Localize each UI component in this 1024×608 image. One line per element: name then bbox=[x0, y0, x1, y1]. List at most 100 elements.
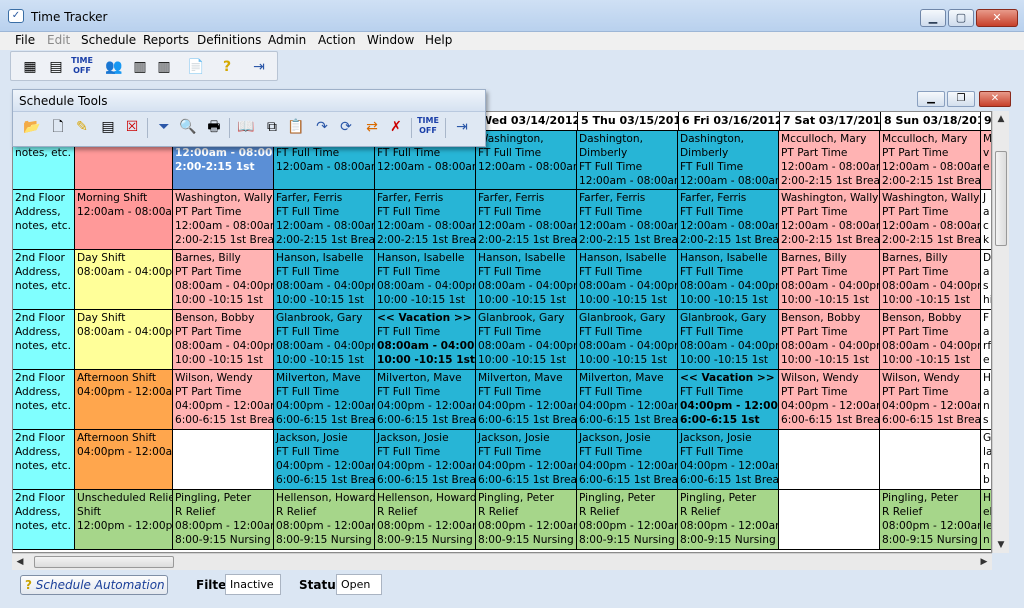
redo-icon[interactable]: ↷ bbox=[311, 116, 333, 138]
shift-assignment-cell[interactable]: Mcculloch, Mary PT Part Time 12:00am - 08:… bbox=[880, 131, 981, 190]
shift-assignment-cell[interactable]: Hans bbox=[981, 370, 991, 430]
time-off-icon[interactable]: TIME OFF bbox=[417, 116, 439, 138]
refresh-icon[interactable]: ⟳ bbox=[335, 116, 357, 138]
status-field[interactable]: Open bbox=[336, 574, 382, 595]
day-header[interactable]: 5 Thu 03/15/2012 bbox=[578, 112, 679, 131]
shift-assignment-cell[interactable]: Hanson, Isabelle FT Full Time 08:00am - 04… bbox=[274, 250, 375, 310]
shift-assignment-cell[interactable]: Glanbrook, Gary FT Full Time 08:00am - 04:… bbox=[577, 310, 678, 370]
scroll-left-icon[interactable]: ◀ bbox=[12, 554, 28, 570]
shift-assignment-cell[interactable]: Hanson, Isabelle FT Full Time 08:00am - 04… bbox=[678, 250, 779, 310]
shift-assignment-cell[interactable]: Barnes, Billy PT Part Time 08:00am - 04:00… bbox=[779, 250, 880, 310]
shift-assignment-cell[interactable]: Washington, FT Full Time 12:00am - 08:00am bbox=[476, 131, 577, 190]
shift-assignment-cell[interactable]: Wilson, Wendy PT Part Time 04:00pm - 12:00… bbox=[173, 370, 274, 430]
shift-assignment-cell[interactable]: Pingling, Peter R Relief 08:00pm - 12:00am… bbox=[880, 490, 981, 550]
menu-edit[interactable]: Edit bbox=[47, 33, 70, 47]
shift-assignment-cell[interactable]: Farfer, Ferris FT Full Time 12:00am - 08:0… bbox=[274, 190, 375, 250]
scroll-up-icon[interactable]: ▲ bbox=[993, 111, 1009, 127]
inner-minimize-button[interactable]: ▁ bbox=[917, 91, 945, 107]
shift-assignment-cell[interactable]: Farfer, Ferris FT Full Time 12:00am - 08:0… bbox=[476, 190, 577, 250]
close-button[interactable]: ✕ bbox=[976, 9, 1018, 27]
shift-assignment-cell[interactable] bbox=[779, 430, 880, 490]
shift-assignment-cell[interactable]: Hellenson, Howard R Relief 08:00pm - 12:00… bbox=[375, 490, 476, 550]
book-icon[interactable]: 📖 bbox=[235, 116, 257, 138]
shift-assignment-cell[interactable]: Hel le n bbox=[981, 490, 991, 550]
shift-assignment-cell[interactable]: Farfer, Ferris FT Full Time 12:00am - 08:0… bbox=[577, 190, 678, 250]
shift-assignment-cell[interactable]: Farfer, Ferris FT Full Time 12:00am - 08:0… bbox=[678, 190, 779, 250]
filter-field[interactable]: Inactive bbox=[225, 574, 281, 595]
shift-cell[interactable]: Unscheduled Relief Shift 12:00pm - 12:00pm bbox=[75, 490, 173, 550]
horizontal-scrollbar[interactable]: ◀ ▶ bbox=[12, 553, 992, 570]
shift-assignment-cell[interactable]: Farfer, Ferris FT Full Time 12:00am - 08:0… bbox=[375, 190, 476, 250]
shift-assignment-cell[interactable]: Fa rf e bbox=[981, 310, 991, 370]
shift-assignment-cell[interactable]: Milverton, Mave FT Full Time 04:00pm - 12:… bbox=[274, 370, 375, 430]
schedule-view-icon[interactable]: ▥ bbox=[129, 56, 151, 78]
delete-table-icon[interactable]: ☒ bbox=[121, 116, 143, 138]
shift-assignment-cell[interactable]: Hanson, Isabelle FT Full Time 08:00am - 04… bbox=[375, 250, 476, 310]
shift-cell[interactable]: Afternoon Shift 04:00pm - 12:00am bbox=[75, 430, 173, 490]
shift-assignment-cell[interactable]: Wilson, Wendy PT Part Time 04:00pm - 12:00… bbox=[880, 370, 981, 430]
shift-assignment-cell[interactable]: Milverton, Mave FT Full Time 04:00pm - 12:… bbox=[476, 370, 577, 430]
shift-assignment-cell[interactable]: Hanson, Isabelle FT Full Time 08:00am - 04… bbox=[577, 250, 678, 310]
shift-assignment-cell[interactable]: Mcculloch, Mary PT Part Time 12:00am - 08:… bbox=[779, 131, 880, 190]
shift-assignment-cell[interactable]: Jackson, Josie FT Full Time 04:00pm - 12:0… bbox=[274, 430, 375, 490]
shift-assignment-cell[interactable]: Milverton, Mave FT Full Time 04:00pm - 12:… bbox=[375, 370, 476, 430]
day-header[interactable]: 6 Fri 03/16/2012 bbox=[679, 112, 780, 131]
location-cell[interactable]: 2nd Floor Address, notes, etc. bbox=[13, 430, 75, 490]
shift-assignment-cell[interactable]: Glanbrook, Gary FT Full Time 08:00am - 04:… bbox=[476, 310, 577, 370]
exit-icon[interactable]: ⇥ bbox=[248, 56, 270, 78]
menu-help[interactable]: Help bbox=[425, 33, 452, 47]
schedule-tools-title[interactable]: Schedule Tools bbox=[13, 90, 485, 112]
shift-cell[interactable]: Day Shift 08:00am - 04:00pm bbox=[75, 310, 173, 370]
calendar-icon[interactable]: ▤ bbox=[45, 56, 67, 78]
menu-window[interactable]: Window bbox=[367, 33, 414, 47]
shift-assignment-cell[interactable]: Wilson, Wendy PT Part Time 04:00pm - 12:00… bbox=[779, 370, 880, 430]
inner-close-button[interactable]: ✕ bbox=[979, 91, 1011, 107]
open-folder-icon[interactable]: 📂 bbox=[21, 116, 43, 138]
menu-action[interactable]: Action bbox=[318, 33, 356, 47]
day-header[interactable]: 8 Sun 03/18/2012 bbox=[881, 112, 981, 131]
shift-assignment-cell[interactable]: Pingling, Peter R Relief 08:00pm - 12:00am… bbox=[476, 490, 577, 550]
shift-assignment-cell[interactable] bbox=[173, 430, 274, 490]
shift-assignment-cell[interactable]: Benson, Bobby PT Part Time 08:00am - 04:00… bbox=[173, 310, 274, 370]
schedule-view-2-icon[interactable]: ▥ bbox=[153, 56, 175, 78]
vacation-cell[interactable]: << Vacation >> FT Full Time 08:00am - 04:0… bbox=[375, 310, 476, 370]
find-icon[interactable]: 🔍 bbox=[177, 116, 199, 138]
scroll-down-icon[interactable]: ▼ bbox=[993, 537, 1009, 553]
shift-assignment-cell[interactable]: Benson, Bobby PT Part Time 08:00am - 04:00… bbox=[880, 310, 981, 370]
shift-assignment-cell[interactable]: Jackson, Josie FT Full Time 04:00pm - 12:0… bbox=[476, 430, 577, 490]
shift-assignment-cell[interactable]: Jackson, Josie FT Full Time 04:00pm - 12:0… bbox=[678, 430, 779, 490]
shift-assignment-cell[interactable]: Jackson, Josie FT Full Time 04:00pm - 12:0… bbox=[577, 430, 678, 490]
location-cell[interactable]: 2nd Floor Address, notes, etc. bbox=[13, 370, 75, 430]
swap-icon[interactable]: ⇄ bbox=[361, 116, 383, 138]
shift-assignment-cell[interactable] bbox=[880, 430, 981, 490]
vertical-scroll-thumb[interactable] bbox=[995, 151, 1007, 246]
menu-reports[interactable]: Reports bbox=[143, 33, 189, 47]
exit-icon[interactable]: ⇥ bbox=[451, 116, 473, 138]
menu-schedule[interactable]: Schedule bbox=[81, 33, 136, 47]
shift-cell[interactable]: Morning Shift 12:00am - 08:00am bbox=[75, 190, 173, 250]
minimize-button[interactable]: ▁ bbox=[920, 9, 946, 27]
shift-assignment-cell[interactable]: Benson, Bobby PT Part Time 08:00am - 04:00… bbox=[779, 310, 880, 370]
menu-definitions[interactable]: Definitions bbox=[197, 33, 261, 47]
shift-assignment-cell[interactable]: Washington, Wally PT Part Time 12:00am - 0… bbox=[173, 190, 274, 250]
shift-assignment-cell[interactable]: Dashington, Dimberly FT Full Time 12:00am -… bbox=[577, 131, 678, 190]
shift-assignment-cell[interactable]: Mve bbox=[981, 131, 991, 190]
vacation-cell[interactable]: << Vacation >> FT Full Time 04:00pm - 12:0… bbox=[678, 370, 779, 430]
shift-assignment-cell[interactable]: Barnes, Billy PT Part Time 08:00am - 04:00… bbox=[880, 250, 981, 310]
shift-assignment-cell[interactable]: Washington, Wally PT Part Time 12:00am - 0… bbox=[779, 190, 880, 250]
shift-cell[interactable]: Afternoon Shift 04:00pm - 12:00am bbox=[75, 370, 173, 430]
help-icon[interactable]: ? bbox=[216, 56, 238, 78]
location-cell[interactable]: 2nd Floor Address, notes, etc. bbox=[13, 250, 75, 310]
shift-assignment-cell[interactable]: Barnes, Billy PT Part Time 08:00am - 04:00… bbox=[173, 250, 274, 310]
scroll-right-icon[interactable]: ▶ bbox=[976, 554, 992, 570]
shift-assignment-cell[interactable]: Da s hi bbox=[981, 250, 991, 310]
shift-assignment-cell[interactable]: Pingling, Peter R Relief 08:00pm - 12:00am… bbox=[678, 490, 779, 550]
paste-icon[interactable]: 📋 bbox=[285, 116, 307, 138]
table-icon[interactable]: ▤ bbox=[97, 116, 119, 138]
shift-assignment-cell[interactable]: Hellenson, Howard R Relief 08:00pm - 12:00… bbox=[274, 490, 375, 550]
shift-assignment-cell[interactable]: Jack bbox=[981, 190, 991, 250]
day-header[interactable]: 9 bbox=[981, 112, 991, 131]
day-header[interactable]: 7 Sat 03/17/2012 bbox=[780, 112, 881, 131]
shift-assignment-cell[interactable]: Milverton, Mave FT Full Time 04:00pm - 12:… bbox=[577, 370, 678, 430]
grid-icon[interactable]: ▦ bbox=[19, 56, 41, 78]
